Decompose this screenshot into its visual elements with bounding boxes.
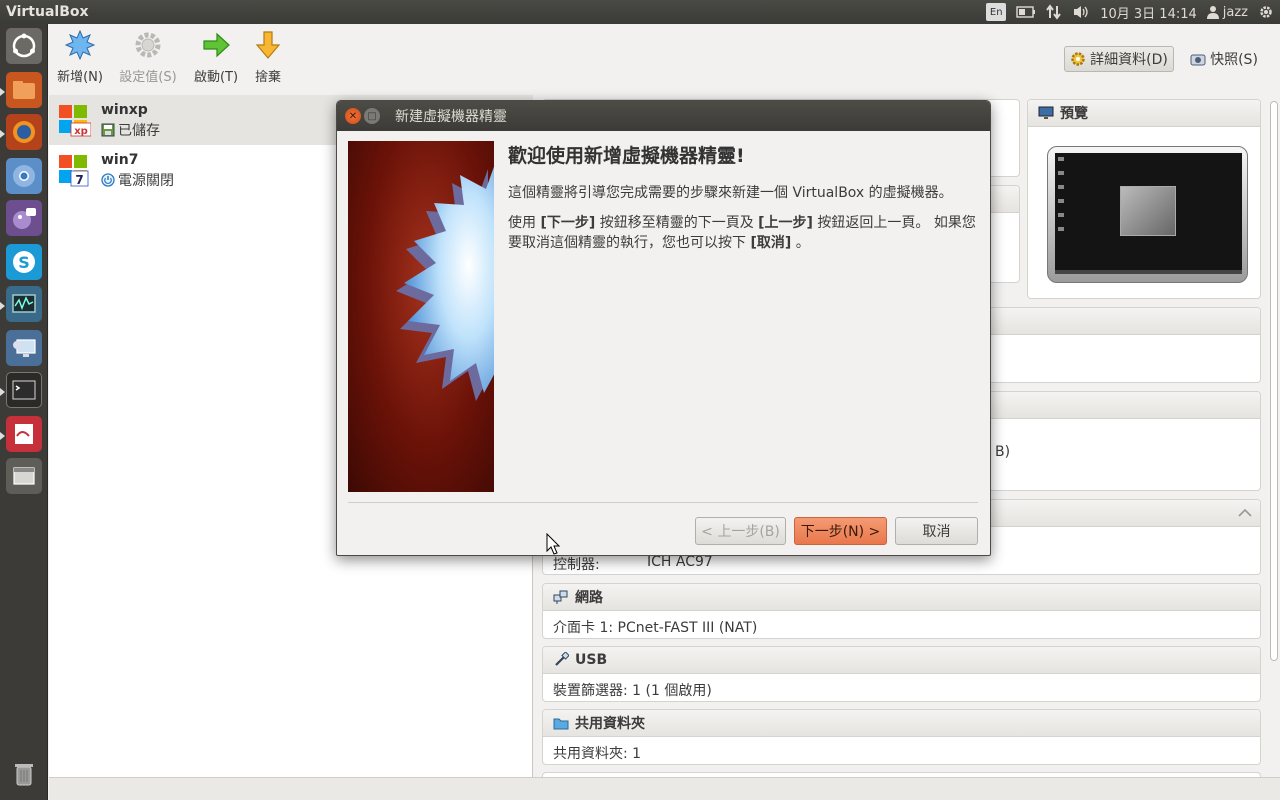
start-button[interactable]: 啟動(T) [191, 30, 241, 85]
wizard-starburst-image [348, 141, 494, 492]
usb-icon [555, 652, 569, 666]
discard-button[interactable]: 捨棄 [247, 30, 289, 85]
scrollbar-thumb[interactable] [1270, 101, 1278, 661]
network-adapter-row: 介面卡 1: PCnet-FAST III (NAT) [553, 620, 758, 636]
status-bar [49, 777, 1280, 800]
monitor-icon [1038, 106, 1054, 119]
next-button[interactable]: 下一步(N) > [794, 517, 887, 545]
usb-filter-row: 裝置篩選器: 1 (1 個啟用) [553, 683, 712, 699]
running-indicator [0, 302, 5, 310]
new-starburst-icon [65, 30, 95, 60]
chromium-icon[interactable] [6, 158, 42, 194]
snapshots-button[interactable]: 快照(S) [1184, 46, 1264, 72]
folder-icon [553, 718, 569, 730]
saved-state-icon [101, 123, 115, 137]
running-indicator [0, 432, 5, 440]
files-icon[interactable] [6, 72, 42, 108]
running-indicator [0, 130, 5, 138]
details-button[interactable]: 詳細資料(D) [1064, 46, 1174, 72]
system-monitor-icon[interactable] [6, 286, 42, 322]
start-label: 啟動(T) [193, 70, 239, 85]
mouse-cursor-icon [546, 533, 560, 555]
dialog-separator [348, 502, 978, 503]
dash-home-icon[interactable] [6, 28, 42, 64]
preview-title: 預覽 [1060, 106, 1088, 122]
system-tray: En 10月 3日 14:14 jazz [956, 0, 1280, 24]
cancel-button[interactable]: 取消 [895, 517, 978, 545]
windows-7-os-icon: 7 [59, 155, 89, 187]
keyboard-layout-indicator[interactable]: En [986, 3, 1007, 21]
close-icon[interactable]: ✕ [345, 108, 361, 124]
windows-xp-os-icon: xp [59, 105, 91, 137]
session-gear-icon[interactable] [1258, 3, 1274, 21]
running-indicator [0, 88, 5, 96]
battery-icon[interactable] [1016, 3, 1036, 21]
vm-name: winxp [101, 102, 148, 118]
new-vm-wizard-dialog: ✕ □ 新建虛擬機器精靈 歡迎使用新增虛擬機器精靈! 這個精靈將引導您完成需要的… [336, 100, 991, 556]
settings-gear-icon [135, 32, 161, 58]
user-icon [1206, 6, 1219, 19]
settings-label: 設定值(S) [119, 70, 177, 85]
app-title: VirtualBox [6, 4, 89, 20]
new-button[interactable]: 新增(N) [55, 30, 105, 85]
collapse-chevron-icon[interactable] [1238, 508, 1252, 518]
input-method-icon[interactable] [956, 3, 976, 21]
launcher: S [0, 24, 48, 800]
shared-folders-row: 共用資料夾: 1 [553, 746, 642, 762]
top-panel: VirtualBox En 10月 3日 14:14 jazz [0, 0, 1280, 24]
settings-button[interactable]: 設定值(S) [115, 30, 181, 85]
svg-text:xp: xp [74, 126, 88, 137]
details-label: 詳細資料(D) [1090, 52, 1168, 68]
shared-folders-panel: 共用資料夾 共用資料夾: 1 [542, 709, 1261, 765]
volume-icon[interactable] [1072, 3, 1090, 21]
minimize-icon[interactable]: □ [364, 108, 380, 124]
dialog-content: 歡迎使用新增虛擬機器精靈! 這個精靈將引導您完成需要的步驟來新建一個 Virtu… [508, 141, 978, 263]
dialog-title: 新建虛擬機器精靈 [395, 109, 507, 125]
pidgin-icon[interactable] [6, 200, 42, 236]
trash-icon[interactable] [6, 756, 42, 792]
preview-screen [1047, 146, 1248, 283]
dialog-heading: 歡迎使用新增虛擬機器精靈! [508, 145, 745, 167]
svg-text:S: S [18, 253, 30, 272]
power-off-icon [101, 173, 115, 187]
virtualbox-window-icon[interactable] [6, 458, 42, 494]
vm-name: win7 [101, 152, 139, 168]
back-button[interactable]: < 上一步(B) [695, 517, 786, 545]
new-label: 新增(N) [57, 70, 103, 85]
clock[interactable]: 10月 3日 14:14 [1100, 3, 1197, 22]
user-name: jazz [1222, 4, 1248, 20]
audio-controller-row: 控制器: ICH AC97 [553, 554, 713, 573]
terminal-icon[interactable] [6, 372, 42, 408]
toolbar: 新增(N) 設定值(S) 啟動(T) 捨棄 詳細資料(D) 快照(S) [49, 24, 1280, 94]
snapshots-label: 快照(S) [1210, 52, 1258, 68]
camera-icon [1190, 54, 1206, 66]
network-icon [553, 590, 568, 604]
usb-panel: USB 裝置篩選器: 1 (1 個啟用) [542, 646, 1261, 702]
vm-state: 已儲存 [101, 120, 160, 140]
start-arrow-icon [203, 32, 230, 58]
network-updown-icon[interactable] [1046, 3, 1062, 21]
running-indicator [0, 388, 5, 396]
preview-panel: 預覽 [1027, 99, 1261, 299]
dialog-titlebar[interactable]: ✕ □ 新建虛擬機器精靈 [337, 101, 990, 131]
discard-arrow-icon [255, 31, 281, 59]
user-menu[interactable]: jazz [1206, 3, 1248, 21]
vm-state: 電源關閉 [101, 170, 174, 190]
details-scrollbar[interactable] [1268, 95, 1280, 777]
dialog-instructions-text: 使用 [下一步] 按鈕移至精靈的下一頁及 [上一步] 按鈕返回上一頁。 如果您要… [508, 215, 976, 251]
firefox-icon[interactable] [6, 114, 42, 150]
svg-text:7: 7 [75, 173, 83, 187]
skype-icon[interactable]: S [6, 244, 42, 280]
discard-label: 捨棄 [254, 70, 281, 85]
storage-partial-text: B) [995, 444, 1011, 460]
remote-desktop-icon[interactable] [6, 330, 42, 366]
network-panel: 網路 介面卡 1: PCnet-FAST III (NAT) [542, 583, 1261, 639]
dialog-intro-text: 這個精靈將引導您完成需要的步驟來新建一個 VirtualBox 的虛擬機器。 [508, 185, 953, 201]
text-editor-icon[interactable] [6, 416, 42, 452]
details-gear-icon [1071, 52, 1085, 66]
